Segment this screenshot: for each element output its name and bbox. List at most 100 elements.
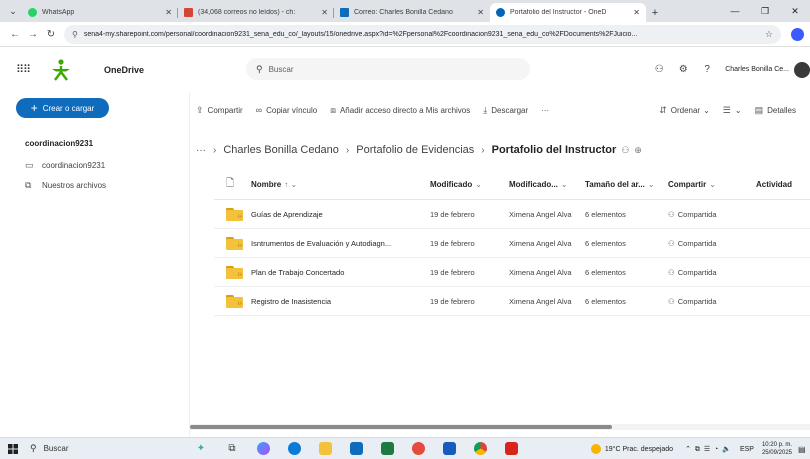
close-window-icon[interactable]: ✕ [780, 0, 810, 22]
clock-time: 10:20 p. m. [761, 442, 792, 448]
tab-title: Correo: Charles Bonilla Cedano [354, 9, 453, 16]
sidebar-item-shared-files[interactable]: ⧉ Nuestros archivos [25, 180, 106, 191]
site-info-icon[interactable]: ⚲ [72, 30, 78, 39]
taskbar-search[interactable]: ⚲ Buscar [30, 443, 160, 454]
restore-icon[interactable]: ❐ [750, 0, 780, 22]
add-shortcut-label: Añadir acceso directo a Mis archivos [339, 105, 471, 115]
close-tab-icon[interactable]: ✕ [477, 8, 484, 17]
sort-button[interactable]: ⇵ Ordenar ⌄ [659, 105, 710, 116]
breadcrumb-item[interactable]: Charles Bonilla Cedano [223, 144, 339, 156]
copilot-sparkle-icon[interactable]: ✦ [190, 441, 212, 457]
browser-profile-icon[interactable] [791, 27, 804, 41]
file-sharing[interactable]: ⚇ Compartida [668, 297, 756, 306]
copy-link-button[interactable]: ∞ Copiar vínculo [256, 105, 318, 115]
download-label: Descargar [491, 105, 529, 115]
close-tab-icon[interactable]: ✕ [165, 8, 172, 17]
browser-tab-gmail[interactable]: (34,068 correos no leídos) - ch: ✕ [178, 3, 334, 22]
weather-widget[interactable]: 19°C Prac. despejado [590, 444, 673, 454]
file-size: 6 elementos [585, 238, 626, 248]
column-header-activity[interactable]: Actividad [756, 180, 810, 189]
sena-logo-icon[interactable] [48, 58, 74, 81]
file-name[interactable]: Registro de Inasistencia [251, 297, 430, 306]
avatar[interactable] [794, 61, 810, 78]
browser-tab-onedrive[interactable]: Portafolio del Instructor - OneD ✕ [490, 3, 646, 22]
whatsapp-icon [28, 8, 37, 17]
account-heading: coordinacion9231 [25, 139, 94, 148]
app-launcher-icon[interactable]: ⠿⠿ [16, 63, 38, 76]
back-icon[interactable]: ← [6, 29, 24, 40]
file-name[interactable]: Isntrumentos de Evaluación y Autodiagn..… [251, 239, 430, 248]
tray-icons[interactable]: ⌃ ⧉ ☰ ◔ 🔈 [685, 445, 732, 454]
new-tab-button[interactable]: + [646, 3, 664, 22]
windows-start-icon[interactable] [0, 443, 26, 454]
more-actions-button[interactable]: ··· [541, 106, 549, 115]
file-type-column[interactable]: 🗋 [214, 176, 251, 193]
file-name[interactable]: Plan de Trabajo Concertado [251, 268, 430, 277]
scrollbar-thumb[interactable] [190, 425, 612, 429]
view-options-button[interactable]: ☰ ⌄ [723, 105, 742, 116]
edge-icon[interactable] [283, 441, 305, 457]
search-box[interactable]: ⚲ Buscar [246, 58, 530, 80]
column-header-sharing[interactable]: Compartir ⌄ [668, 180, 756, 189]
column-header-size[interactable]: Tamaño del ar... ⌄ [585, 180, 668, 189]
folder-cell: ⚇ [214, 265, 251, 279]
onedrive-icon[interactable] [407, 441, 429, 457]
copilot-icon[interactable] [252, 441, 274, 457]
table-row[interactable]: ⚇ Registro de Inasistencia 19 de febrero… [214, 287, 810, 316]
tab-search-chevron-icon[interactable]: ⌄ [4, 0, 22, 22]
file-explorer-icon[interactable] [314, 441, 336, 457]
minimize-icon[interactable]: — [720, 0, 750, 22]
task-view-icon[interactable]: ⧉ [221, 441, 243, 457]
browser-tab-outlook[interactable]: Correo: Charles Bonilla Cedano ✕ [334, 3, 490, 22]
file-sharing[interactable]: ⚇ Compartida [668, 210, 756, 219]
close-tab-icon[interactable]: ✕ [633, 8, 640, 17]
shared-people-icon[interactable]: ⚇ [621, 145, 629, 156]
app-name[interactable]: OneDrive [104, 65, 144, 75]
download-button[interactable]: ⤓ Descargar [483, 105, 528, 116]
breadcrumb-overflow-button[interactable]: ··· [196, 145, 206, 156]
column-header-modified-by[interactable]: Modificado... ⌄ [509, 180, 585, 189]
help-icon[interactable]: ? [695, 64, 719, 75]
file-size: 6 elementos [585, 209, 626, 219]
language-indicator[interactable]: ESP [740, 446, 754, 453]
file-sharing[interactable]: ⚇ Compartida [668, 268, 756, 277]
chrome-icon[interactable] [469, 441, 491, 457]
sidebar-item-coordinacion[interactable]: ▭ coordinacion9231 [25, 160, 105, 171]
user-name[interactable]: Charles Bonilla Ce... [725, 66, 789, 73]
reload-icon[interactable]: ↻ [42, 29, 60, 40]
excel-icon[interactable] [376, 441, 398, 457]
word-icon[interactable] [438, 441, 460, 457]
file-sharing[interactable]: ⚇ Compartida [668, 239, 756, 248]
url-field[interactable]: ⚲ sena4-my.sharepoint.com/personal/coord… [64, 24, 781, 44]
table-row[interactable]: ⚇ Guías de Aprendizaje 19 de febrero Xim… [214, 200, 810, 229]
add-shortcut-button[interactable]: ⧈ Añadir acceso directo a Mis archivos [330, 105, 470, 116]
share-button[interactable]: ⇪ Compartir [196, 105, 243, 116]
horizontal-scrollbar[interactable] [190, 424, 810, 430]
acrobat-icon[interactable] [500, 441, 522, 457]
forward-icon[interactable]: → [24, 29, 42, 40]
notification-icon[interactable]: ▤ [798, 445, 810, 454]
breadcrumb-item[interactable]: Portafolio de Evidencias [356, 144, 474, 156]
clock[interactable]: 10:20 p. m. 25/09/2025 [762, 441, 792, 457]
bookmark-star-icon[interactable]: ☆ [765, 29, 773, 40]
file-modified: 19 de febrero [430, 209, 475, 219]
table-row[interactable]: ⚇ Plan de Trabajo Concertado 19 de febre… [214, 258, 810, 287]
gear-icon[interactable]: ⚙ [671, 64, 695, 75]
browser-tab-whatsapp[interactable]: WhatsApp ✕ [22, 3, 178, 22]
chevron-right-icon: › [213, 144, 217, 156]
outlook-icon[interactable] [345, 441, 367, 457]
column-header-name[interactable]: Nombre ↑ ⌄ [251, 180, 430, 189]
globe-icon[interactable]: ⊕ [634, 145, 642, 156]
gmail-icon [184, 8, 193, 17]
command-bar-right: ⇵ Ordenar ⌄ ☰ ⌄ ▤ Detalles [646, 100, 796, 120]
window-controls: — ❐ ✕ [720, 0, 810, 22]
people-icon[interactable]: ⚇ [647, 64, 671, 75]
table-row[interactable]: ⚇ Isntrumentos de Evaluación y Autodiagn… [214, 229, 810, 258]
create-upload-button[interactable]: + Crear o cargar [16, 98, 109, 118]
close-tab-icon[interactable]: ✕ [321, 8, 328, 17]
details-button[interactable]: ▤ Detalles [755, 105, 796, 116]
column-size-label: Tamaño del ar... [585, 180, 645, 189]
column-header-modified[interactable]: Modificado ⌄ [430, 180, 509, 189]
file-name[interactable]: Guías de Aprendizaje [251, 210, 430, 219]
app-header: ⠿⠿ OneDrive ⚲ Buscar ⚇ ⚙ ? Charles Bonil… [0, 47, 810, 92]
